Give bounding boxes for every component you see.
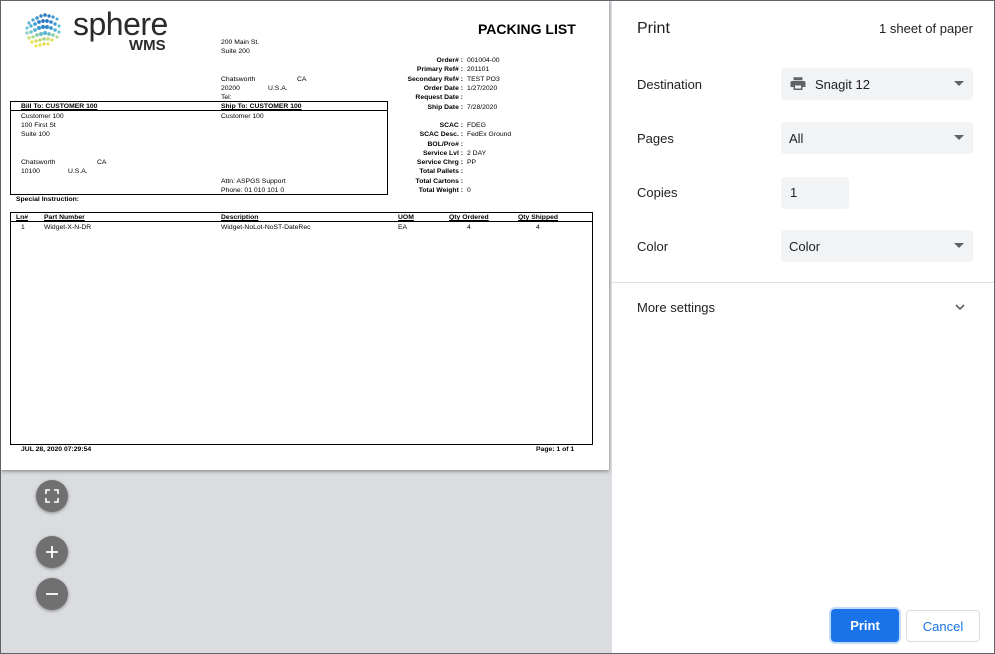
divider xyxy=(612,282,995,283)
field-value: 7/28/2020 xyxy=(467,104,498,111)
bill-to-country: U.S.A. xyxy=(68,168,88,175)
address-zip: 20200 xyxy=(221,85,240,92)
ship-to-phone: Phone: 01 010 101 0 xyxy=(221,187,285,194)
line-items-table xyxy=(10,212,593,445)
field-value: 1/27/2020 xyxy=(467,85,498,92)
sphere-wms-logo: sphere WMS xyxy=(23,7,173,54)
field-value: 201101 xyxy=(467,66,490,73)
address-line2: Suite 200 xyxy=(221,48,250,55)
chevron-down-icon xyxy=(954,243,964,248)
pages-select[interactable]: All xyxy=(781,122,973,154)
color-select[interactable]: Color xyxy=(781,230,973,262)
table-header: Ln# xyxy=(16,214,29,221)
field-value: PP xyxy=(467,159,477,166)
minus-icon xyxy=(46,593,58,595)
panel-title: Print xyxy=(637,20,670,37)
preview-page: sphere WMS PACKING LIST 200 Main St. Sui… xyxy=(1,1,609,470)
table-cell: EA xyxy=(398,224,408,231)
field-label: Primary Ref# : xyxy=(416,66,463,73)
ship-to-header: Ship To: CUSTOMER 100 xyxy=(221,103,302,110)
footer-date: JUL 28, 2020 07:29:54 xyxy=(21,446,92,453)
sheet-count: 1 sheet of paper xyxy=(879,21,973,36)
bill-to-name: Customer 100 xyxy=(21,113,64,120)
print-button[interactable]: Print xyxy=(831,609,899,642)
table-header: Qty Shipped xyxy=(518,214,559,221)
more-settings-toggle[interactable]: More settings xyxy=(637,300,715,315)
table-cell: 4 xyxy=(536,224,540,231)
bill-to-zip: 10100 xyxy=(21,168,40,175)
table-header: UOM xyxy=(398,214,414,221)
divider xyxy=(10,221,593,222)
logo-subtitle: WMS xyxy=(129,37,166,54)
chevron-down-icon xyxy=(954,135,964,140)
fit-to-page-button[interactable] xyxy=(36,480,68,512)
destination-label: Destination xyxy=(637,77,703,92)
field-value: TEST PO3 xyxy=(467,76,500,83)
bill-to-addr2: Suite 100 xyxy=(21,131,50,138)
bill-to-addr1: 100 First St xyxy=(21,122,56,129)
field-label: Order Date : xyxy=(423,85,463,92)
field-value: FDEG xyxy=(467,122,486,129)
address-city: Chatsworth xyxy=(221,76,256,83)
copies-label: Copies xyxy=(637,185,678,200)
chevron-down-icon xyxy=(954,81,964,86)
bill-to-city: Chatsworth xyxy=(21,159,56,166)
field-label: Order# : xyxy=(436,57,463,64)
special-instruction-label: Special Instruction: xyxy=(16,196,80,203)
table-header: Qty Ordered xyxy=(449,214,489,221)
zoom-out-button[interactable] xyxy=(36,578,68,610)
table-cell: Widget-NoLot-NoST-DateRec xyxy=(221,224,311,231)
address-country: U.S.A. xyxy=(268,85,288,92)
table-header: Description xyxy=(221,214,259,221)
field-value: 001004-00 xyxy=(467,57,500,64)
copies-input[interactable]: 1 xyxy=(781,177,849,209)
pages-label: Pages xyxy=(637,131,674,146)
field-value: FedEx Ground xyxy=(467,131,512,138)
print-settings-panel: Print 1 sheet of paper Destination Snagi… xyxy=(611,0,995,654)
address-state: CA xyxy=(297,76,307,83)
sphere-logo-icon xyxy=(25,13,61,48)
pages-value: All xyxy=(789,130,804,146)
field-value: 2 DAY xyxy=(467,150,487,157)
field-label: Secondary Ref# : xyxy=(407,76,463,83)
table-header: Part Number xyxy=(44,214,85,221)
zoom-in-button[interactable] xyxy=(36,536,68,568)
cancel-button[interactable]: Cancel xyxy=(906,610,980,642)
bill-to-header: Bill To: CUSTOMER 100 xyxy=(21,103,98,110)
table-cell: 4 xyxy=(467,224,471,231)
bill-to-state: CA xyxy=(97,159,107,166)
address-box xyxy=(10,101,388,195)
destination-value: Snagit 12 xyxy=(815,76,870,92)
ship-to-attn: Attn: ASPGS Support xyxy=(221,178,286,185)
table-cell: Widget-X-N-DR xyxy=(44,224,92,231)
footer-page: Page: 1 of 1 xyxy=(536,446,575,453)
logo-word: sphere xyxy=(73,6,168,42)
address-line1: 200 Main St. xyxy=(221,39,260,46)
ship-to-name: Customer 100 xyxy=(221,113,264,120)
field-value: 0 xyxy=(467,187,471,194)
table-cell: 1 xyxy=(21,224,25,231)
fit-to-page-icon xyxy=(45,489,59,503)
print-preview-pane: sphere WMS PACKING LIST 200 Main St. Sui… xyxy=(0,0,611,654)
plus-icon xyxy=(46,546,58,558)
document-title: PACKING LIST xyxy=(478,21,576,37)
color-value: Color xyxy=(789,238,821,254)
printer-icon xyxy=(790,77,806,90)
destination-select[interactable]: Snagit 12 xyxy=(781,68,973,100)
color-label: Color xyxy=(637,239,669,254)
expand-chevron-icon[interactable] xyxy=(953,300,967,314)
